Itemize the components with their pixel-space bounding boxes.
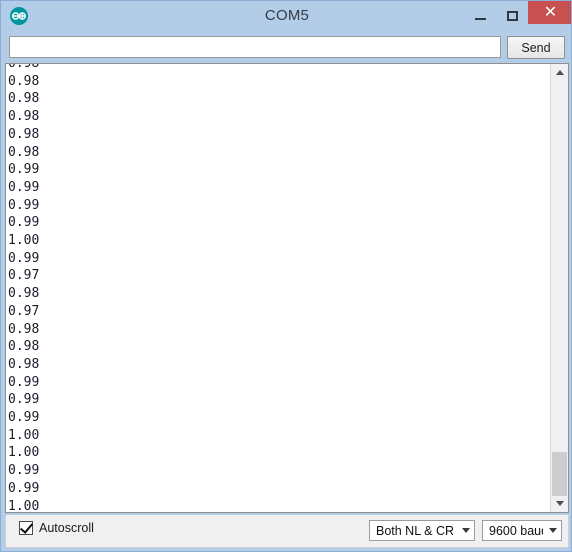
status-bar: Autoscroll Both NL & CR 9600 baud	[5, 515, 569, 548]
close-button[interactable]: ✕	[528, 1, 571, 24]
maximize-icon	[506, 11, 518, 21]
serial-send-input[interactable]	[9, 36, 501, 58]
chevron-down-icon	[462, 528, 470, 533]
autoscroll-checkbox[interactable]	[19, 520, 34, 535]
title-bar: COM5 ✕	[1, 1, 571, 31]
chevron-up-icon	[555, 70, 564, 75]
autoscroll-toggle[interactable]: Autoscroll	[19, 520, 94, 535]
serial-monitor-window: COM5 ✕ Send 0.98 0.98 0.98 0.98 0.98 0.9…	[0, 0, 572, 552]
send-row: Send	[1, 31, 571, 63]
chevron-down-icon	[549, 528, 557, 533]
window-controls: ✕	[464, 1, 571, 31]
scroll-up-button[interactable]	[551, 64, 568, 81]
check-icon	[19, 520, 34, 534]
chevron-down-icon	[555, 501, 564, 506]
maximize-button[interactable]	[496, 1, 528, 31]
serial-output-text[interactable]: 0.98 0.98 0.98 0.98 0.98 0.98 0.99 0.99 …	[6, 64, 550, 512]
minimize-icon	[474, 18, 486, 20]
vertical-scrollbar[interactable]	[550, 64, 568, 512]
baud-rate-value: 9600 baud	[489, 523, 543, 538]
scrollbar-thumb[interactable]	[552, 452, 567, 496]
serial-output-panel: 0.98 0.98 0.98 0.98 0.98 0.98 0.99 0.99 …	[5, 63, 569, 513]
baud-rate-select[interactable]: 9600 baud	[482, 520, 562, 541]
send-button[interactable]: Send	[507, 36, 565, 59]
minimize-button[interactable]	[464, 1, 496, 31]
line-ending-value: Both NL & CR	[376, 523, 455, 538]
autoscroll-label: Autoscroll	[39, 521, 94, 535]
close-icon: ✕	[543, 3, 558, 21]
scroll-down-button[interactable]	[551, 495, 568, 512]
line-ending-select[interactable]: Both NL & CR	[369, 520, 475, 541]
